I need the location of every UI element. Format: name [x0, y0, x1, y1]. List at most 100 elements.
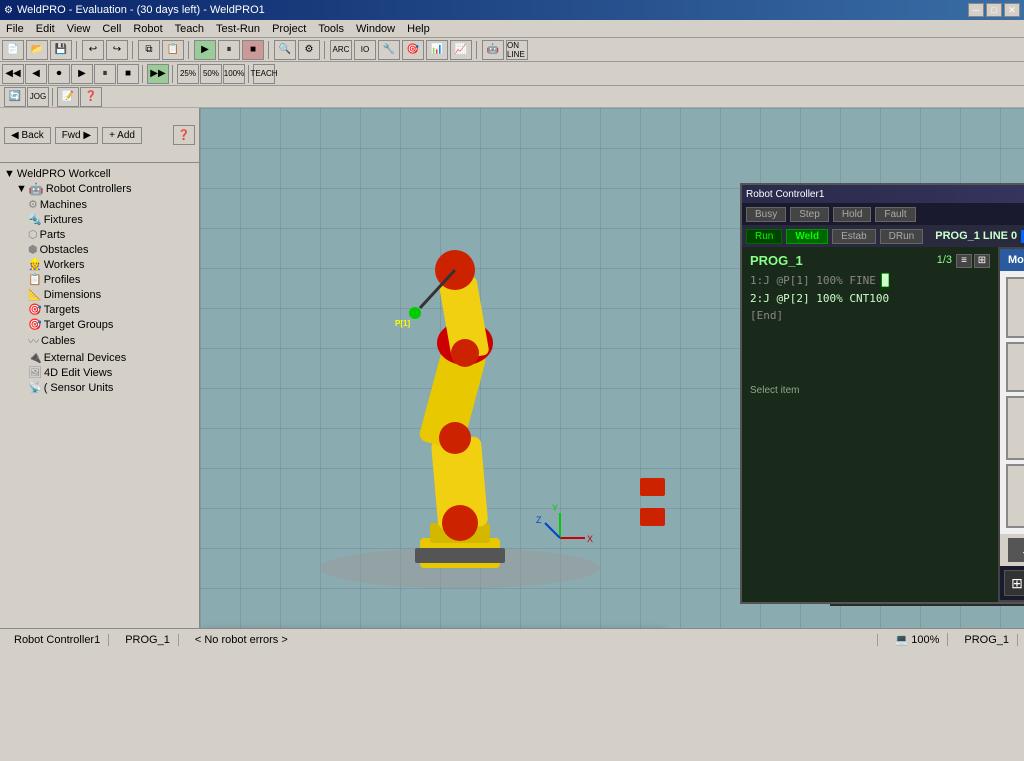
tb2-btn4[interactable]: ▶	[71, 64, 93, 84]
rc-prog-display: PROG_1 LINE 0	[935, 230, 1017, 242]
tree-targets[interactable]: 🎯 Targets	[4, 302, 195, 317]
tree-4d-edit[interactable]: 🖼 4D Edit Views	[4, 365, 195, 380]
tree-fixtures[interactable]: 🔩 Fixtures	[4, 212, 195, 227]
tb3-program[interactable]: 📝	[57, 87, 79, 107]
menu-edit[interactable]: Edit	[30, 20, 61, 37]
mm-no-option[interactable]: ✂ No option	[1006, 277, 1024, 338]
menu-robot[interactable]: Robot	[127, 20, 168, 37]
menu-cell[interactable]: Cell	[96, 20, 127, 37]
rc-estab-btn[interactable]: Estab	[832, 229, 876, 244]
status-bar: Robot Controller1 PROG_1 < No robot erro…	[0, 628, 1024, 650]
tree-cables[interactable]: 〰 Cables	[4, 332, 195, 350]
rc-status-row: Busy Step Hold Fault	[742, 203, 1024, 225]
menu-project[interactable]: Project	[266, 20, 312, 37]
tb-settings[interactable]: ⚙	[298, 40, 320, 60]
tb-new[interactable]: 📄	[2, 40, 24, 60]
tb3-help[interactable]: ❓	[80, 87, 102, 107]
tb-robot-icon[interactable]: 🤖	[482, 40, 504, 60]
add-button[interactable]: + Add	[102, 127, 142, 144]
tb2-btn3[interactable]: ⏺	[48, 64, 70, 84]
tb-paste[interactable]: 📋	[162, 40, 184, 60]
minimize-button[interactable]: ─	[968, 3, 984, 17]
code-line-1: 1:J @P[1] 100% FINE █	[750, 272, 990, 290]
menu-view[interactable]: View	[61, 20, 97, 37]
tb-undo[interactable]: ↩	[82, 40, 104, 60]
rc-drun-btn[interactable]: DRun	[880, 229, 924, 244]
back-button[interactable]: ◀ Back	[4, 127, 51, 144]
tb-pause[interactable]: ⏸	[218, 40, 240, 60]
viewport-3d[interactable]: X Y Z P[1] Robot Controller1 ⊞ ⊟ 📷 ⚙	[200, 108, 1024, 628]
rc-bottom-icons: ⊞	[1000, 566, 1024, 600]
tb-wire3[interactable]: 🔧	[378, 40, 400, 60]
rc-step-btn[interactable]: Step	[790, 207, 829, 222]
maximize-button[interactable]: □	[986, 3, 1002, 17]
mm-weld-end[interactable]: ⚡ Weld End[ ]	[1006, 342, 1024, 392]
tree-parts[interactable]: ⬡ Parts	[4, 227, 195, 242]
tb-btn6[interactable]: 📈	[450, 40, 472, 60]
tree-profiles[interactable]: 📋 Profiles	[4, 272, 195, 287]
tb2-speed2[interactable]: 50%	[200, 64, 222, 84]
menu-window[interactable]: Window	[350, 20, 401, 37]
root-label: WeldPRO Workcell	[17, 168, 111, 180]
tb-on-off[interactable]: ON LINE	[506, 40, 528, 60]
rc-prog-row: Run Weld Estab DRun PROG_1 LINE 0 T2 ABO…	[742, 225, 1024, 247]
tb2-btn2[interactable]: ◀	[25, 64, 47, 84]
tb2-speed1[interactable]: 25%	[177, 64, 199, 84]
menu-tools[interactable]: Tools	[312, 20, 350, 37]
tree-dimensions[interactable]: 📐 Dimensions	[4, 287, 195, 302]
tb-run[interactable]: ▶	[194, 40, 216, 60]
rc-fault-btn[interactable]: Fault	[875, 207, 915, 222]
mm-offset-pr[interactable]: Offset,PR[]	[1006, 464, 1024, 528]
tree-external-devices[interactable]: 🔌 External Devices	[4, 350, 195, 365]
close-button[interactable]: ✕	[1004, 3, 1020, 17]
menu-testrun[interactable]: Test-Run	[210, 20, 266, 37]
rc-busy-btn[interactable]: Busy	[746, 207, 786, 222]
tree-target-groups[interactable]: 🎯 Target Groups	[4, 317, 195, 332]
tree-obstacles[interactable]: ⬢ Obstacles	[4, 242, 195, 257]
tree-sensor-units[interactable]: 📡 ( Sensor Units	[4, 380, 195, 395]
tb-wire1[interactable]: ARC	[330, 40, 352, 60]
tree-machines[interactable]: ⚙ Machines	[4, 197, 195, 212]
tb-open[interactable]: 📂	[26, 40, 48, 60]
menu-help[interactable]: Help	[401, 20, 436, 37]
mm-buttons-grid: ✂ No option ⚡ [ ] WeldStart[ ]	[1000, 271, 1024, 534]
tree-root[interactable]: ▼ WeldPRO Workcell	[4, 167, 195, 181]
tree-workers[interactable]: 👷 Workers	[4, 257, 195, 272]
menu-teach[interactable]: Teach	[169, 20, 210, 37]
rc-editor-area[interactable]: PROG_1 1/3 ≡ ⊞ 1:J @P[1] 100% FINE	[742, 247, 998, 602]
tree-robot-controllers[interactable]: ▼ 🤖 Robot Controllers	[4, 181, 195, 197]
rc-weld-btn[interactable]: Weld	[786, 229, 828, 244]
mm-title-bar: Motion Modify ✕	[1000, 249, 1024, 271]
code-line-3: [End]	[750, 307, 990, 325]
tb2-btn5[interactable]: ⏸	[94, 64, 116, 84]
tb-save[interactable]: 💾	[50, 40, 72, 60]
tb3-coord[interactable]: 🔄	[4, 87, 26, 107]
fwd-button[interactable]: Fwd ▶	[55, 127, 98, 144]
status-zoom: 💻 100%	[886, 633, 948, 646]
rc-run-btn[interactable]: Run	[746, 229, 782, 244]
tb-zoom[interactable]: 🔍	[274, 40, 296, 60]
tb-btn4[interactable]: 🎯	[402, 40, 424, 60]
tb2-btn1[interactable]: ◀◀	[2, 64, 24, 84]
mm-skip-lbl[interactable]: Skip,LBL[]	[1006, 396, 1024, 460]
rc-hold-btn[interactable]: Hold	[833, 207, 872, 222]
rc-menu-btn[interactable]: ≡	[956, 254, 972, 268]
tb2-play[interactable]: ▶▶	[147, 64, 169, 84]
robot-model: X Y Z P[1]	[260, 198, 680, 598]
menu-file[interactable]: File	[0, 20, 30, 37]
main-title-bar: ⚙ WeldPRO - Evaluation - (30 days left) …	[0, 0, 1024, 20]
help-icon[interactable]: ❓	[173, 125, 195, 145]
tb2-speed3[interactable]: 100%	[223, 64, 245, 84]
tb2-teach[interactable]: TEACH	[253, 64, 275, 84]
tb-stop[interactable]: ■	[242, 40, 264, 60]
mm-prev-btn[interactable]: ←	[1008, 538, 1024, 562]
rc-split-btn[interactable]: ⊞	[974, 254, 990, 268]
rc-grid-view[interactable]: ⊞	[1004, 570, 1024, 596]
svg-text:Z: Z	[536, 515, 542, 525]
tb-redo[interactable]: ↪	[106, 40, 128, 60]
tb-btn5[interactable]: 📊	[426, 40, 448, 60]
tb-copy[interactable]: ⧉	[138, 40, 160, 60]
tb2-btn6[interactable]: ■	[117, 64, 139, 84]
tb3-jog[interactable]: JOG	[27, 87, 49, 107]
tb-wire2[interactable]: IO	[354, 40, 376, 60]
